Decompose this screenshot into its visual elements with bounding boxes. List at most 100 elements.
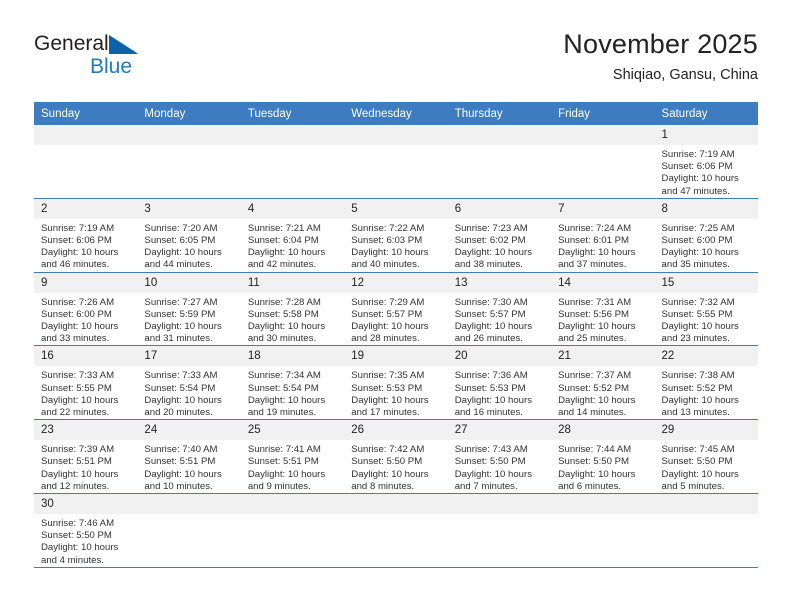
day-details: Sunrise: 7:19 AM Sunset: 6:06 PM Daylight:… <box>34 219 137 272</box>
day-details: Sunrise: 7:39 AM Sunset: 5:51 PM Daylight:… <box>34 440 137 493</box>
sunrise-text: Sunrise: 7:24 AM <box>558 222 632 234</box>
sunrise-text: Sunrise: 7:33 AM <box>41 370 115 382</box>
sunrise-text: Sunrise: 7:39 AM <box>41 444 115 456</box>
calendar-day-cell[interactable]: 5 Sunrise: 7:22 AM Sunset: 6:03 PM Daylight… <box>344 198 448 273</box>
day-number <box>654 494 758 515</box>
day-details: Sunrise: 7:43 AM Sunset: 5:50 PM Daylight:… <box>448 440 551 493</box>
sunrise-sunset-calendar: Sunday Monday Tuesday Wednesday Thursday Frid… <box>34 102 758 568</box>
day-details: Sunrise: 7:42 AM Sunset: 5:50 PM Daylight:… <box>344 440 447 493</box>
daylight-text: Daylight: 10 hours and 47 minutes. <box>661 173 739 197</box>
daylight-text: Daylight: 10 hours and 33 minutes. <box>41 321 119 345</box>
day-number: 9 <box>34 272 138 293</box>
calendar-day-cell[interactable]: 30 Sunrise: 7:46 AM Sunset: 5:50 PM Dayligh… <box>34 493 138 568</box>
daylight-text: Daylight: 10 hours and 42 minutes. <box>247 247 326 271</box>
sunrise-text: Sunrise: 7:22 AM <box>351 222 425 234</box>
day-details: Sunrise: 7:25 AM Sunset: 6:00 PM Daylight:… <box>655 219 758 272</box>
calendar-day-cell[interactable]: 18 Sunrise: 7:34 AM Sunset: 5:54 PM Dayligh… <box>240 345 345 421</box>
day-number: 29 <box>654 420 758 441</box>
sunrise-text: Sunrise: 7:45 AM <box>661 444 735 456</box>
sunset-text: Sunset: 5:54 PM <box>247 382 319 394</box>
day-number: 17 <box>137 346 241 367</box>
calendar-day-cell[interactable]: 6 Sunrise: 7:23 AM Sunset: 6:02 PM Daylight… <box>447 198 552 273</box>
calendar-day-cell[interactable]: 2 Sunrise: 7:19 AM Sunset: 6:06 PM Daylight… <box>34 198 138 273</box>
sunset-text: Sunset: 5:55 PM <box>41 382 112 394</box>
day-number: 22 <box>654 346 758 367</box>
day-number: 1 <box>654 125 758 145</box>
sunset-text: Sunset: 5:51 PM <box>144 456 216 468</box>
calendar-day-cell[interactable]: 24 Sunrise: 7:40 AM Sunset: 5:51 PM Dayligh… <box>137 419 241 495</box>
daylight-text: Daylight: 10 hours and 5 minutes. <box>661 468 739 492</box>
day-number: 20 <box>447 346 552 367</box>
sunrise-text: Sunrise: 7:44 AM <box>558 444 632 456</box>
day-details: Sunrise: 7:44 AM Sunset: 5:50 PM Daylight:… <box>551 440 654 493</box>
sunrise-text: Sunrise: 7:43 AM <box>454 444 528 456</box>
calendar-cell-empty <box>551 125 655 199</box>
day-number: 27 <box>447 420 552 441</box>
day-details: Sunrise: 7:27 AM Sunset: 5:59 PM Daylight:… <box>137 293 240 346</box>
calendar-cell-empty <box>447 493 552 568</box>
day-details: Sunrise: 7:35 AM Sunset: 5:53 PM Daylight:… <box>344 366 447 419</box>
calendar-day-cell[interactable]: 14 Sunrise: 7:31 AM Sunset: 5:56 PM Dayligh… <box>551 272 655 347</box>
daylight-text: Daylight: 10 hours and 44 minutes. <box>144 247 222 271</box>
calendar-day-cell[interactable]: 12 Sunrise: 7:29 AM Sunset: 5:57 PM Dayligh… <box>344 272 448 347</box>
day-details: Sunrise: 7:29 AM Sunset: 5:57 PM Daylight:… <box>344 293 447 346</box>
day-number: 13 <box>447 272 552 293</box>
sunrise-text: Sunrise: 7:19 AM <box>41 222 115 234</box>
calendar-day-cell[interactable]: 22 Sunrise: 7:38 AM Sunset: 5:52 PM Dayligh… <box>654 345 758 421</box>
calendar-day-cell[interactable]: 27 Sunrise: 7:43 AM Sunset: 5:50 PM Dayligh… <box>447 419 552 495</box>
sunrise-text: Sunrise: 7:38 AM <box>661 370 735 382</box>
day-details: Sunrise: 7:28 AM Sunset: 5:58 PM Daylight:… <box>241 293 344 346</box>
calendar-header-row: Sunday Monday Tuesday Wednesday Thursday Frid… <box>34 102 758 125</box>
daylight-text: Daylight: 10 hours and 16 minutes. <box>454 394 533 419</box>
sunset-text: Sunset: 5:57 PM <box>351 308 423 320</box>
calendar-day-cell[interactable]: 3 Sunrise: 7:20 AM Sunset: 6:05 PM Daylight… <box>137 198 241 273</box>
day-number <box>344 125 448 145</box>
calendar-day-cell[interactable]: 4 Sunrise: 7:21 AM Sunset: 6:04 PM Daylight… <box>240 198 345 273</box>
calendar-day-cell[interactable]: 25 Sunrise: 7:41 AM Sunset: 5:51 PM Dayligh… <box>240 419 345 495</box>
calendar-day-cell[interactable]: 15 Sunrise: 7:32 AM Sunset: 5:55 PM Dayligh… <box>654 272 758 347</box>
calendar-day-cell[interactable]: 19 Sunrise: 7:35 AM Sunset: 5:53 PM Dayligh… <box>344 345 448 421</box>
sunrise-text: Sunrise: 7:40 AM <box>144 444 218 456</box>
calendar-day-cell[interactable]: 17 Sunrise: 7:33 AM Sunset: 5:54 PM Dayligh… <box>137 345 241 421</box>
calendar-day-cell[interactable]: 11 Sunrise: 7:28 AM Sunset: 5:58 PM Dayligh… <box>240 272 345 347</box>
sunset-text: Sunset: 5:51 PM <box>247 456 319 468</box>
weekday-header-wednesday: Wednesday <box>344 102 448 125</box>
day-number: 3 <box>137 198 241 219</box>
calendar-day-cell[interactable]: 26 Sunrise: 7:42 AM Sunset: 5:50 PM Dayligh… <box>344 419 448 495</box>
day-number: 15 <box>654 272 758 293</box>
day-details: Sunrise: 7:19 AM Sunset: 6:06 PM Daylight:… <box>655 145 758 198</box>
sunset-text: Sunset: 6:03 PM <box>351 235 423 247</box>
day-number: 21 <box>551 346 655 367</box>
day-number <box>551 125 655 145</box>
brand-name-blue: Blue <box>90 55 133 78</box>
brand-logo[interactable]: General Blue <box>34 28 234 90</box>
calendar-day-cell[interactable]: 9 Sunrise: 7:26 AM Sunset: 6:00 PM Daylight… <box>34 272 138 347</box>
calendar-day-cell[interactable]: 23 Sunrise: 7:39 AM Sunset: 5:51 PM Dayligh… <box>34 419 138 495</box>
calendar-day-cell[interactable]: 8 Sunrise: 7:25 AM Sunset: 6:00 PM Daylight… <box>654 198 758 273</box>
daylight-text: Daylight: 10 hours and 12 minutes. <box>41 468 119 492</box>
day-details: Sunrise: 7:40 AM Sunset: 5:51 PM Daylight:… <box>137 440 240 493</box>
calendar-day-cell[interactable]: 1 Sunrise: 7:19 AM Sunset: 6:06 PM Daylight… <box>654 125 758 199</box>
calendar-day-cell[interactable]: 16 Sunrise: 7:33 AM Sunset: 5:55 PM Dayligh… <box>34 345 138 421</box>
calendar-day-cell[interactable]: 20 Sunrise: 7:36 AM Sunset: 5:53 PM Dayligh… <box>447 345 552 421</box>
calendar-day-cell[interactable]: 13 Sunrise: 7:30 AM Sunset: 5:57 PM Dayligh… <box>447 272 552 347</box>
sunset-text: Sunset: 5:59 PM <box>144 308 216 320</box>
calendar-day-cell[interactable]: 29 Sunrise: 7:45 AM Sunset: 5:50 PM Dayligh… <box>654 419 758 495</box>
day-number: 10 <box>137 272 241 293</box>
calendar-cell-empty <box>447 125 552 199</box>
day-details: Sunrise: 7:20 AM Sunset: 6:05 PM Daylight:… <box>137 219 240 272</box>
calendar-day-cell[interactable]: 7 Sunrise: 7:24 AM Sunset: 6:01 PM Daylight… <box>551 198 655 273</box>
calendar-day-cell[interactable]: 10 Sunrise: 7:27 AM Sunset: 5:59 PM Dayligh… <box>137 272 241 347</box>
day-number: 19 <box>344 346 448 367</box>
day-number <box>240 494 345 515</box>
sunset-text: Sunset: 6:05 PM <box>144 235 216 247</box>
day-details: Sunrise: 7:37 AM Sunset: 5:52 PM Daylight:… <box>551 366 654 419</box>
calendar-week-row: 30 Sunrise: 7:46 AM Sunset: 5:50 PM Dayligh… <box>34 493 758 568</box>
calendar-day-cell[interactable]: 28 Sunrise: 7:44 AM Sunset: 5:50 PM Dayligh… <box>551 419 655 495</box>
day-details: Sunrise: 7:26 AM Sunset: 6:00 PM Daylight:… <box>34 293 137 346</box>
page-title: November 2025 <box>563 29 758 59</box>
calendar-day-cell[interactable]: 21 Sunrise: 7:37 AM Sunset: 5:52 PM Dayligh… <box>551 345 655 421</box>
calendar-cell-empty <box>137 125 241 199</box>
day-number: 4 <box>240 198 345 219</box>
daylight-text: Daylight: 10 hours and 38 minutes. <box>454 247 533 271</box>
